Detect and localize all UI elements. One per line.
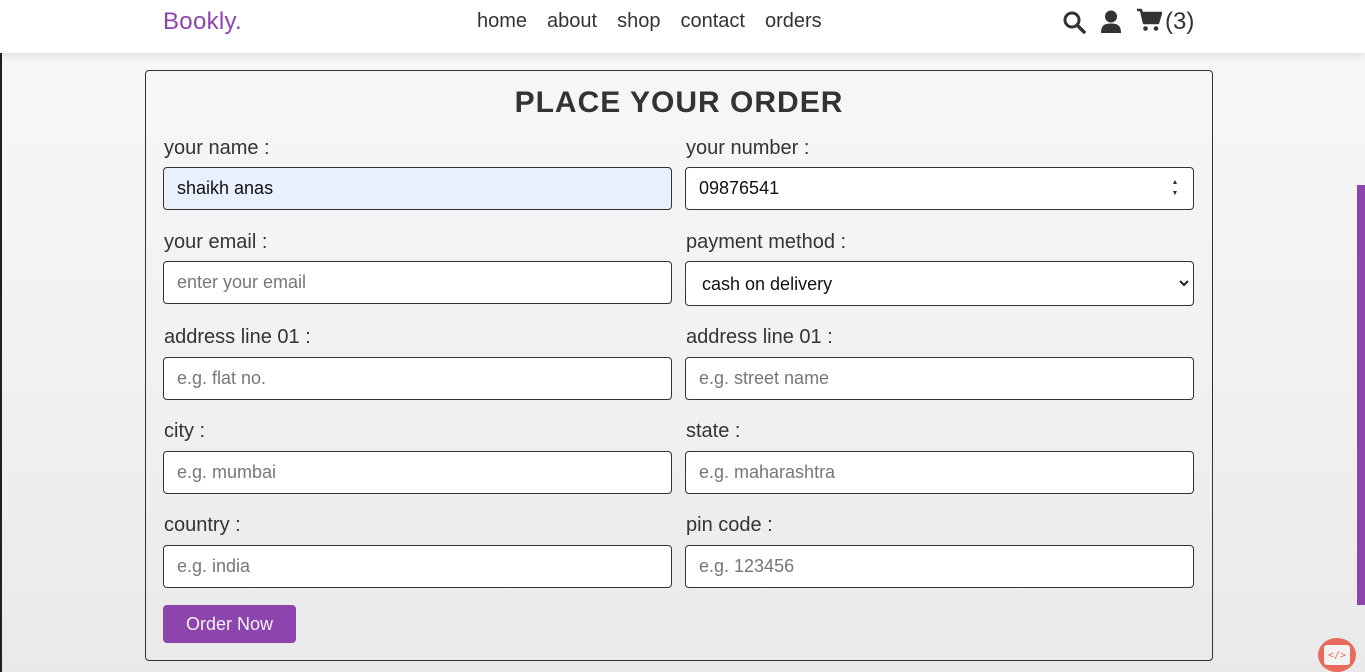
nav-shop[interactable]: shop (617, 10, 660, 33)
address2-label: address line 01 : (686, 326, 833, 348)
number-label: your number : (686, 137, 810, 159)
name-input[interactable] (163, 167, 672, 210)
email-label: your email : (164, 231, 268, 253)
nav-contact[interactable]: contact (680, 10, 744, 33)
site-header: Bookly. home about shop contact orders (… (0, 0, 1365, 53)
city-input[interactable] (163, 451, 672, 494)
pincode-input[interactable] (685, 545, 1194, 588)
state-label: state : (686, 420, 741, 442)
cart-count: (3) (1165, 8, 1195, 35)
nav-orders[interactable]: orders (765, 10, 822, 33)
form-title: PLACE YOUR ORDER (514, 86, 844, 119)
number-input[interactable] (685, 167, 1194, 210)
city-label: city : (164, 420, 206, 442)
nav-home[interactable]: home (477, 10, 527, 33)
name-label: your name : (164, 137, 270, 159)
state-input[interactable] (685, 451, 1194, 494)
scrollbar-thumb[interactable] (1357, 185, 1365, 605)
address1-input[interactable] (163, 357, 672, 400)
nav-about[interactable]: about (547, 10, 597, 33)
code-badge[interactable]: </> (1318, 638, 1356, 672)
code-icon: </> (1324, 645, 1350, 665)
address1-label: address line 01 : (164, 326, 311, 348)
country-input[interactable] (163, 545, 672, 588)
pincode-label: pin code : (686, 514, 773, 536)
cart-button[interactable]: (3) (1136, 8, 1194, 37)
header-icons: (3) (1062, 8, 1194, 36)
address2-input[interactable] (685, 357, 1194, 400)
chevron-down-icon (1179, 280, 1189, 287)
email-input[interactable] (163, 261, 672, 304)
main-nav: home about shop contact orders (477, 10, 822, 33)
payment-select[interactable]: cash on delivery (685, 261, 1194, 306)
country-label: country : (164, 514, 241, 536)
logo[interactable]: Bookly. (163, 8, 242, 36)
search-icon[interactable] (1062, 10, 1086, 34)
cart-icon (1136, 8, 1163, 37)
user-icon[interactable] (1100, 10, 1122, 34)
payment-label: payment method : (686, 231, 847, 253)
order-now-button[interactable]: Order Now (163, 605, 296, 643)
